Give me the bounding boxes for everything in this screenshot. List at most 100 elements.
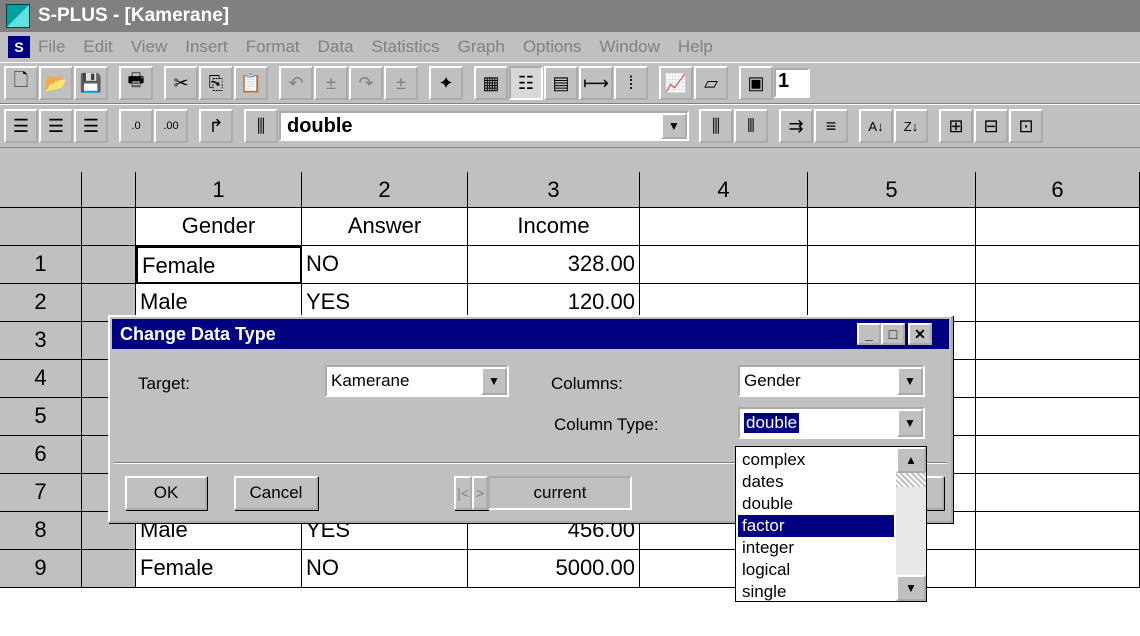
insert-rows-icon[interactable]: ⁞ (614, 66, 648, 100)
cell-col5[interactable] (808, 246, 976, 284)
paste-icon[interactable]: 📋 (234, 66, 268, 100)
column-number-6[interactable]: 6 (976, 172, 1140, 208)
row-number[interactable]: 8 (0, 512, 82, 550)
cancel-button[interactable]: Cancel (234, 476, 318, 510)
cell-col6[interactable] (976, 246, 1140, 284)
open-icon[interactable]: 📂 (39, 66, 73, 100)
cell-col6[interactable] (976, 436, 1140, 474)
type-option-logical[interactable]: logical (738, 559, 894, 581)
menu-insert[interactable]: Insert (185, 37, 228, 57)
menu-window[interactable]: Window (599, 37, 659, 57)
cell-col6[interactable] (976, 360, 1140, 398)
menu-format[interactable]: Format (246, 37, 300, 57)
cell-gender[interactable]: Female (136, 246, 302, 284)
menu-help[interactable]: Help (678, 37, 713, 57)
row-number[interactable]: 3 (0, 322, 82, 360)
ok-button[interactable]: OK (125, 476, 207, 510)
cut-icon[interactable]: ✂ (164, 66, 198, 100)
cell-answer[interactable]: NO (302, 246, 468, 284)
column-name-6[interactable] (976, 208, 1140, 246)
cell-col6[interactable] (976, 550, 1140, 588)
row-selector[interactable] (82, 246, 136, 284)
scroll-thumb[interactable] (896, 473, 926, 487)
cell-col6[interactable] (976, 512, 1140, 550)
insert-column-icon[interactable]: ⟼ (579, 66, 613, 100)
column-number-3[interactable]: 3 (468, 172, 640, 208)
chevron-down-icon[interactable]: ▼ (661, 113, 687, 139)
type-option-dates[interactable]: dates (738, 471, 894, 493)
cell-col6[interactable] (976, 322, 1140, 360)
increase-decimal-icon[interactable]: .0 (119, 109, 153, 143)
decrease-decimal-icon[interactable]: .00 (154, 109, 188, 143)
plot-2d-icon[interactable]: ▱ (694, 66, 728, 100)
row-number[interactable]: 5 (0, 398, 82, 436)
column-name-2[interactable]: Answer (302, 208, 468, 246)
menu-options[interactable]: Options (523, 37, 582, 57)
row-selector[interactable] (82, 550, 136, 588)
minimize-icon[interactable]: _ (857, 323, 881, 345)
dialog-title-bar[interactable]: Change Data Type _ □ ✕ (112, 319, 949, 349)
column-type-dropdown[interactable]: complex dates double factor integer logical si… (735, 446, 927, 602)
commands-window-icon[interactable]: ▤ (544, 66, 578, 100)
next-page-icon[interactable]: > (472, 476, 488, 510)
corner-cell[interactable] (0, 172, 82, 208)
corner-cell-2[interactable] (82, 172, 136, 208)
menu-file[interactable]: File (38, 37, 65, 57)
column-name-5[interactable] (808, 208, 976, 246)
menu-edit[interactable]: Edit (83, 37, 112, 57)
splus-doc-icon[interactable]: S (8, 36, 30, 58)
fit-rows-icon[interactable]: ⊟ (974, 109, 1008, 143)
data-window-icon[interactable]: ☷ (509, 66, 543, 100)
row-number[interactable]: 4 (0, 360, 82, 398)
menu-graph[interactable]: Graph (458, 37, 505, 57)
new-data-icon[interactable]: ▦ (474, 66, 508, 100)
menu-view[interactable]: View (131, 37, 168, 57)
stack-icon[interactable]: ≡ (814, 109, 848, 143)
cell-col6[interactable] (976, 284, 1140, 322)
print-icon[interactable]: 🖶 (119, 66, 153, 100)
scroll-up-icon[interactable]: ▲ (896, 447, 926, 473)
column-number-1[interactable]: 1 (136, 172, 302, 208)
chevron-down-icon[interactable]: ▼ (481, 367, 507, 395)
redo-list-icon[interactable]: ± (384, 66, 418, 100)
target-combo[interactable]: Kamerane ▼ (325, 365, 509, 397)
column-name-3[interactable]: Income (468, 208, 640, 246)
scroll-down-icon[interactable]: ▼ (896, 575, 926, 601)
maximize-icon[interactable]: □ (881, 323, 905, 345)
sort-ascending-icon[interactable]: A↓ (859, 109, 893, 143)
chevron-down-icon[interactable]: ▼ (897, 367, 923, 395)
align-center-icon[interactable]: ☰ (39, 109, 73, 143)
row-number[interactable]: 1 (0, 246, 82, 284)
columns-combo[interactable]: Gender ▼ (738, 365, 925, 397)
row-number[interactable]: 6 (0, 436, 82, 474)
type-option-single[interactable]: single (738, 581, 894, 603)
type-option-factor[interactable]: factor (738, 515, 894, 537)
prev-page-icon[interactable]: |< (454, 476, 472, 510)
cell-col6[interactable] (976, 474, 1140, 512)
close-icon[interactable]: ✕ (908, 323, 932, 345)
new-icon[interactable]: 🗋 (4, 66, 38, 100)
zoom-field[interactable]: 1 (774, 68, 810, 98)
type-option-double[interactable]: double (738, 493, 894, 515)
row-number[interactable]: 2 (0, 284, 82, 322)
row-number[interactable]: 7 (0, 474, 82, 512)
menu-statistics[interactable]: Statistics (372, 37, 440, 57)
column-type-combo[interactable]: double ▼ (738, 407, 925, 439)
cell-income[interactable]: 328.00 (468, 246, 640, 284)
column-number-5[interactable]: 5 (808, 172, 976, 208)
column-name-4[interactable] (640, 208, 808, 246)
column-number-2[interactable]: 2 (302, 172, 468, 208)
type-option-complex[interactable]: complex (738, 449, 894, 471)
type-option-integer[interactable]: integer (738, 537, 894, 559)
split-icon[interactable]: ⇉ (779, 109, 813, 143)
insert-column-icon-2[interactable]: ⫼ (699, 109, 733, 143)
undo-list-icon[interactable]: ± (314, 66, 348, 100)
page-icon[interactable]: ▣ (739, 66, 773, 100)
align-right-icon[interactable]: ☰ (74, 109, 108, 143)
align-left-icon[interactable]: ☰ (4, 109, 38, 143)
data-type-combo[interactable]: double ▼ (279, 111, 689, 141)
object-explorer-icon[interactable]: ✦ (429, 66, 463, 100)
menu-data[interactable]: Data (318, 37, 354, 57)
cell-answer[interactable]: NO (302, 550, 468, 588)
undo-icon[interactable]: ↶ (279, 66, 313, 100)
